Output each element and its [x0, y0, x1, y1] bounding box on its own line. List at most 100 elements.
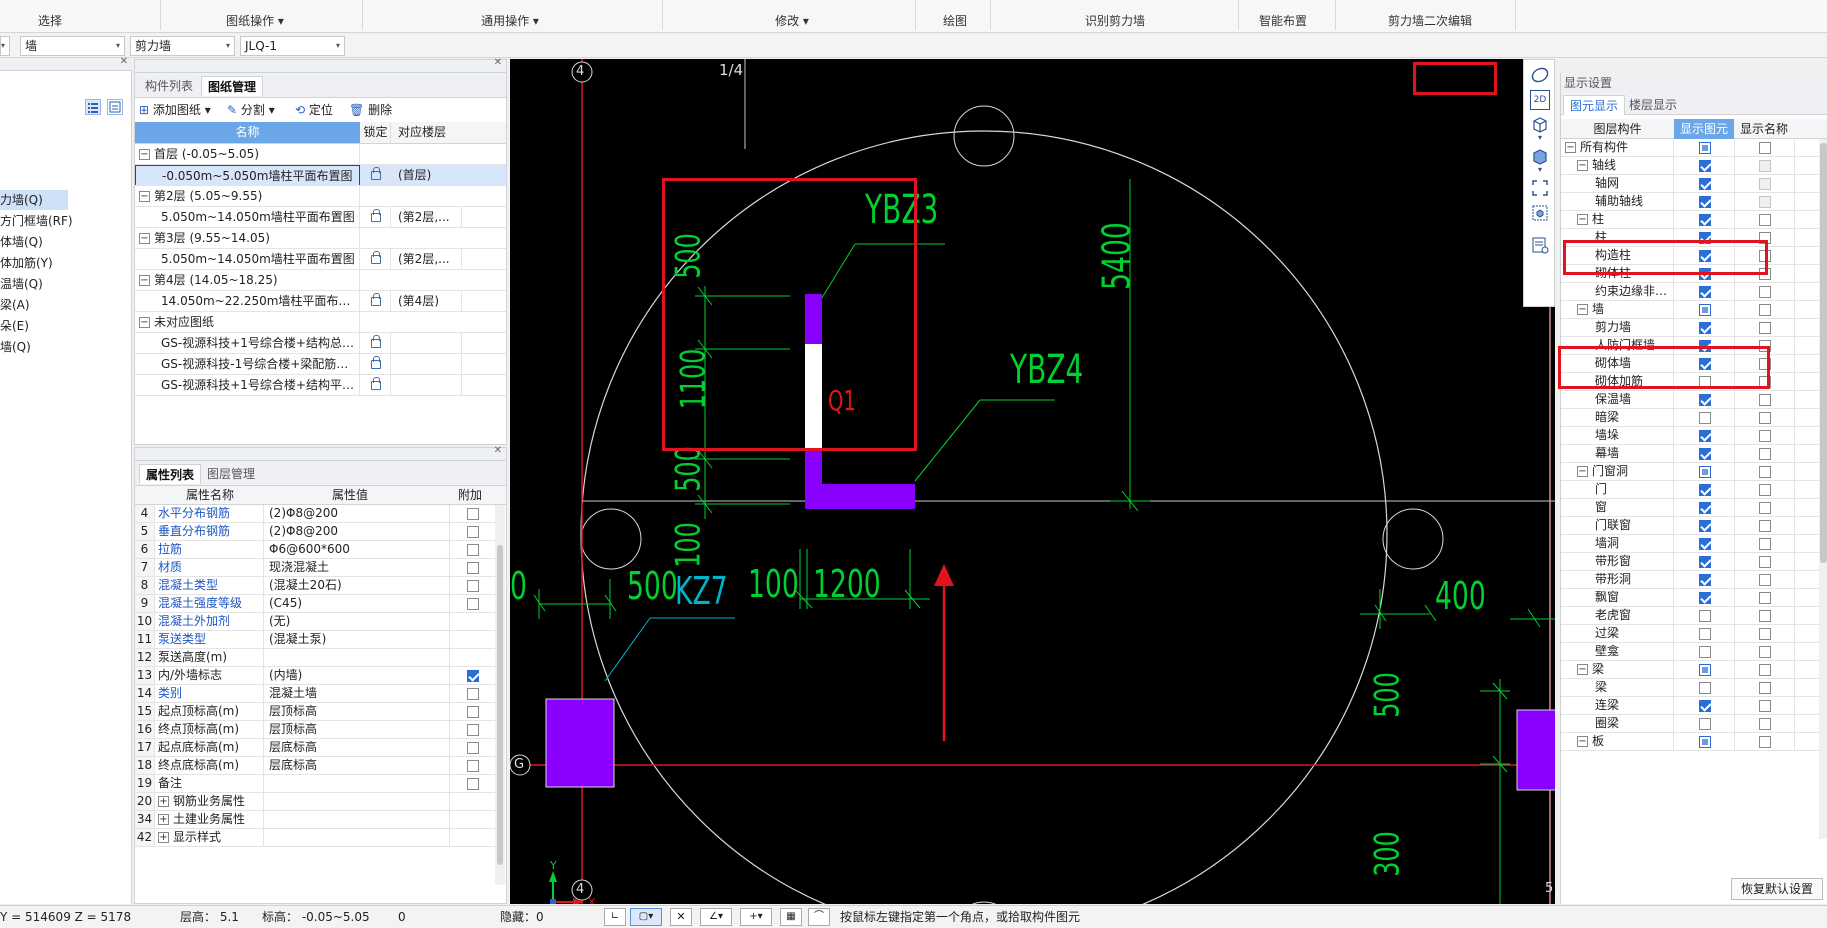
scrollbar-thumb[interactable] — [1820, 143, 1827, 563]
category-combo[interactable]: 墙 ▾ — [20, 36, 125, 56]
type-combo[interactable]: 剪力墙 ▾ — [130, 36, 235, 56]
cube-view-icon[interactable] — [1530, 115, 1550, 135]
attach-checkbox[interactable] — [467, 597, 479, 610]
show-element-checkbox[interactable] — [1698, 555, 1711, 568]
display-row[interactable]: − 所有构件 — [1561, 139, 1819, 157]
close-icon[interactable]: ✕ — [494, 57, 502, 68]
show-name-checkbox[interactable] — [1758, 321, 1771, 334]
show-name-checkbox[interactable] — [1758, 663, 1771, 676]
show-element-checkbox[interactable] — [1698, 717, 1711, 730]
show-element-checkbox[interactable] — [1698, 213, 1711, 226]
ribbon-group-modify[interactable]: 修改 ▾ — [757, 12, 827, 29]
collapse-icon[interactable]: − — [1577, 160, 1588, 171]
chevron-down-icon[interactable]: ▾ — [1530, 165, 1550, 175]
tab-property-list[interactable]: 属性列表 — [139, 464, 202, 484]
show-element-checkbox[interactable] — [1698, 735, 1711, 748]
collapse-icon[interactable]: − — [139, 191, 150, 202]
attach-checkbox[interactable] — [467, 723, 479, 736]
property-value[interactable]: (混凝土泵) — [265, 631, 450, 648]
chevron-down-icon[interactable]: ▾ — [1530, 133, 1550, 143]
show-name-checkbox[interactable] — [1758, 447, 1771, 460]
show-name-checkbox[interactable] — [1758, 735, 1771, 748]
show-name-checkbox[interactable] — [1758, 699, 1771, 712]
attach-checkbox[interactable] — [467, 525, 479, 538]
property-row[interactable]: 5 垂直分布钢筋 (2)Φ8@200 — [135, 523, 495, 541]
property-value[interactable]: (内墙) — [265, 667, 450, 684]
attach-checkbox[interactable] — [467, 777, 479, 790]
show-element-checkbox[interactable] — [1698, 303, 1711, 316]
show-name-checkbox[interactable] — [1758, 429, 1771, 442]
property-row[interactable]: 11 泵送类型 (混凝土泵) — [135, 631, 495, 649]
property-row[interactable]: 13 内/外墙标志 (内墙) — [135, 667, 495, 685]
display-row[interactable]: 剪力墙 — [1561, 319, 1819, 337]
show-element-checkbox[interactable] — [1698, 627, 1711, 640]
property-row[interactable]: 7 材质 现浇混凝土 — [135, 559, 495, 577]
property-row[interactable]: 14 类别 混凝土墙 — [135, 685, 495, 703]
lock-cell[interactable] — [361, 249, 391, 269]
ribbon-group-shear-wall-edit[interactable]: 剪力墙二次编辑 — [1365, 12, 1495, 29]
property-value[interactable]: 层顶标高 — [265, 703, 450, 720]
property-value[interactable]: (混凝土20石) — [265, 577, 450, 594]
attach-checkbox[interactable] — [467, 543, 479, 556]
snap-box-icon[interactable]: ▢▾ — [630, 908, 662, 926]
show-name-checkbox[interactable] — [1758, 159, 1771, 172]
property-value[interactable]: Φ6@600*600 — [265, 541, 450, 558]
show-name-checkbox[interactable] — [1758, 411, 1771, 424]
cad-canvas[interactable]: 4 4 G 5 1/4 YBZ3 YBZ4 Q1 KZ7 500 1100 50… — [510, 59, 1555, 904]
display-row[interactable]: 保温墙 — [1561, 391, 1819, 409]
ribbon-group-draw[interactable]: 绘图 — [935, 12, 975, 29]
attach-checkbox[interactable] — [467, 669, 479, 682]
nav-item-door-frame-wall[interactable]: 方门框墙(RF) — [0, 211, 73, 231]
property-value[interactable]: 层顶标高 — [265, 721, 450, 738]
show-element-checkbox[interactable] — [1698, 465, 1711, 478]
display-row[interactable]: 墙垛 — [1561, 427, 1819, 445]
show-name-checkbox[interactable] — [1758, 681, 1771, 694]
col-show-name[interactable]: 显示名称 — [1734, 119, 1794, 139]
restore-defaults-button[interactable]: 恢复默认设置 — [1731, 878, 1823, 900]
property-row[interactable]: 19 备注 — [135, 775, 495, 793]
tab-element-display[interactable]: 图元显示 — [1563, 95, 1626, 115]
fit-view-icon[interactable] — [1530, 178, 1550, 198]
show-name-checkbox[interactable] — [1758, 591, 1771, 604]
show-name-checkbox[interactable] — [1758, 627, 1771, 640]
cross-snap-icon[interactable]: ✕ — [670, 908, 692, 926]
property-value[interactable] — [265, 793, 450, 810]
ribbon-group-general-ops[interactable]: 通用操作 ▾ — [465, 12, 555, 29]
display-row[interactable]: 墙洞 — [1561, 535, 1819, 553]
ortho-icon[interactable]: ∟ — [604, 908, 626, 926]
add-drawing-button[interactable]: ⊞ 添加图纸 ▾ — [139, 98, 211, 122]
col-name[interactable]: 名称 — [135, 122, 360, 143]
nav-item-shear-wall[interactable]: 力墙(Q) — [0, 190, 68, 210]
show-element-checkbox[interactable] — [1698, 663, 1711, 676]
tab-component-list[interactable]: 构件列表 — [139, 76, 199, 96]
show-element-checkbox[interactable] — [1698, 321, 1711, 334]
drawing-row[interactable]: -0.050m~5.050m墙柱平面布置图 (首层) — [135, 165, 506, 186]
combo-stub[interactable]: ▾ — [0, 36, 10, 56]
drawing-row[interactable]: 5.050m~14.050m墙柱平面布置图 (第2层,... — [135, 249, 506, 270]
show-name-checkbox[interactable] — [1758, 573, 1771, 586]
display-row[interactable]: − 门窗洞 — [1561, 463, 1819, 481]
lock-cell[interactable] — [361, 354, 391, 374]
show-name-checkbox[interactable] — [1758, 519, 1771, 532]
collapse-icon[interactable]: − — [1577, 736, 1588, 747]
show-element-checkbox[interactable] — [1698, 573, 1711, 586]
show-name-checkbox[interactable] — [1758, 555, 1771, 568]
property-row[interactable]: 17 起点底标高(m) 层底标高 — [135, 739, 495, 757]
drawing-row[interactable]: GS-视源科技-1号综合楼+梁配筋图2021... — [135, 354, 506, 375]
display-row[interactable]: 辅助轴线 — [1561, 193, 1819, 211]
drawing-row[interactable]: − 首层 (-0.05~5.05) — [135, 144, 506, 165]
display-row[interactable]: 带形洞 — [1561, 571, 1819, 589]
list-view-icon[interactable] — [85, 99, 101, 115]
attach-checkbox[interactable] — [467, 561, 479, 574]
display-scrollbar[interactable] — [1819, 139, 1827, 839]
collapse-icon[interactable]: − — [139, 275, 150, 286]
display-row[interactable]: 约束边缘非阴... — [1561, 283, 1819, 301]
orbit-icon[interactable] — [1530, 65, 1550, 85]
lock-cell[interactable] — [361, 333, 391, 353]
col-show-element[interactable]: 显示图元 — [1674, 119, 1734, 139]
drawing-row[interactable]: − 未对应图纸 — [135, 312, 506, 333]
display-row[interactable]: 轴网 — [1561, 175, 1819, 193]
display-row[interactable]: − 梁 — [1561, 661, 1819, 679]
lock-cell[interactable] — [361, 207, 391, 227]
collapse-icon[interactable]: − — [139, 317, 150, 328]
